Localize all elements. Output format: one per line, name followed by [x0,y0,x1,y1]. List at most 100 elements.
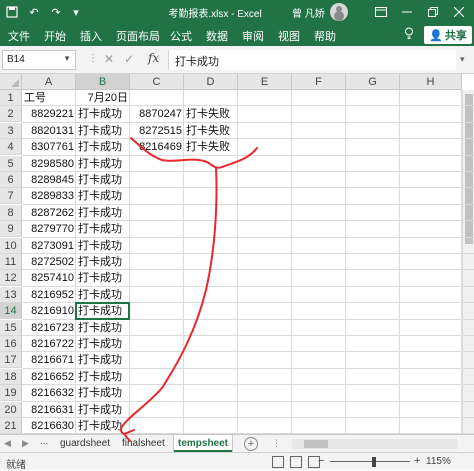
lightbulb-icon[interactable] [404,27,414,42]
cell-c2[interactable]: 8870247 [130,106,184,122]
more-sheets[interactable]: ... [40,436,48,447]
row-header-5[interactable]: 5 [0,155,22,172]
cell-b20[interactable]: 打卡成功 [76,402,140,418]
worksheet-grid[interactable]: A B C D E F G H 1 2 3 4 5 6 7 8 9 10 11 12 13 14 15 16 17 18 19 20 2… [0,74,474,434]
expand-formula-icon[interactable]: ▾ [460,54,465,65]
zoom-slider-knob[interactable] [372,457,376,467]
row-header-12[interactable]: 12 [0,270,22,287]
cell-b18[interactable]: 打卡成功 [76,369,140,385]
cell-a21[interactable]: 8216630 [22,418,76,434]
scroll-right-icon[interactable]: ▶ [22,438,29,449]
cell-a20[interactable]: 8216631 [22,402,76,418]
cell-b15[interactable]: 打卡成功 [76,320,140,336]
cell-c3[interactable]: 8272515 [130,123,184,139]
row-header-17[interactable]: 17 [0,352,22,369]
cell-b21[interactable]: 打卡成功 [76,418,140,434]
cell-a19[interactable]: 8216632 [22,385,76,401]
add-sheet-button[interactable]: + [244,437,258,451]
sheet-tab-finalsheet[interactable]: finalsheet [118,435,169,452]
tab-insert[interactable]: 插入 [80,28,102,44]
scrollbar-thumb[interactable] [304,440,328,448]
cell-a7[interactable]: 8289833 [22,188,76,204]
cancel-icon[interactable]: ✕ [104,52,114,66]
row-header-4[interactable]: 4 [0,139,22,156]
column-header-c[interactable]: C [130,74,184,90]
customize-icon[interactable]: ▾ [68,4,84,20]
cell-a1[interactable]: 工号 [22,90,76,106]
cell-b14[interactable]: 打卡成功 [76,303,140,319]
column-header-d[interactable]: D [184,74,238,90]
row-header-9[interactable]: 9 [0,221,22,238]
horizontal-scrollbar[interactable] [292,439,458,449]
row-header-19[interactable]: 19 [0,385,22,402]
normal-view-icon[interactable] [272,456,284,468]
sheet-tab-tempsheet[interactable]: tempsheet [174,435,233,452]
minimize-icon[interactable] [398,4,416,20]
cell-b19[interactable]: 打卡成功 [76,385,140,401]
row-header-1[interactable]: 1 [0,90,22,106]
row-header-7[interactable]: 7 [0,188,22,205]
name-box[interactable]: B14 ▼ [2,50,76,70]
zoom-in-button[interactable]: + [414,455,420,467]
row-header-10[interactable]: 10 [0,237,22,254]
cell-d3[interactable]: 打卡失败 [184,123,248,139]
column-header-b[interactable]: B [76,74,130,90]
zoom-slider[interactable] [330,461,410,462]
column-header-g[interactable]: G [346,74,400,90]
cell-a12[interactable]: 8257410 [22,270,76,286]
tab-formulas[interactable]: 公式 [170,28,192,44]
user-name[interactable]: 曾 凡娇 [292,5,325,20]
row-header-15[interactable]: 15 [0,319,22,336]
cell-a9[interactable]: 8279770 [22,221,76,237]
cell-a4[interactable]: 8307761 [22,139,76,155]
zoom-out-button[interactable]: − [318,455,324,467]
restore-icon[interactable] [424,4,442,20]
cell-a13[interactable]: 8216952 [22,287,76,303]
row-header-13[interactable]: 13 [0,286,22,303]
vertical-scrollbar[interactable] [462,90,474,434]
cell-b9[interactable]: 打卡成功 [76,221,140,237]
row-header-20[interactable]: 20 [0,401,22,418]
scrollbar-thumb[interactable] [465,94,473,244]
row-header-18[interactable]: 18 [0,368,22,385]
sheet-tab-guardsheet[interactable]: guardsheet [56,435,114,452]
close-icon[interactable] [450,4,468,20]
column-header-e[interactable]: E [238,74,292,90]
cell-b16[interactable]: 打卡成功 [76,336,140,352]
page-layout-view-icon[interactable] [290,456,302,468]
cell-b7[interactable]: 打卡成功 [76,188,140,204]
ribbon-display-icon[interactable] [372,4,390,20]
chevron-down-icon[interactable]: ▼ [63,54,71,63]
cell-b17[interactable]: 打卡成功 [76,352,140,368]
cell-a17[interactable]: 8216671 [22,352,76,368]
cell-b8[interactable]: 打卡成功 [76,205,140,221]
zoom-level[interactable]: 115% [426,456,451,467]
cell-b12[interactable]: 打卡成功 [76,270,140,286]
cell-d2[interactable]: 打卡失败 [184,106,248,122]
row-header-11[interactable]: 11 [0,254,22,270]
cell-b10[interactable]: 打卡成功 [76,238,140,254]
enter-icon[interactable]: ✓ [124,52,134,66]
cell-d4[interactable]: 打卡失败 [184,139,248,155]
cell-a15[interactable]: 8216723 [22,320,76,336]
cell-a6[interactable]: 8289845 [22,172,76,188]
avatar[interactable] [330,3,348,21]
save-icon[interactable] [4,4,20,20]
cell-a3[interactable]: 8820131 [22,123,76,139]
cell-b13[interactable]: 打卡成功 [76,287,140,303]
column-header-f[interactable]: F [292,74,346,90]
row-header-21[interactable]: 21 [0,418,22,434]
row-header-3[interactable]: 3 [0,122,22,139]
formula-input[interactable]: 打卡成功 [168,50,456,70]
select-all-corner[interactable] [0,74,22,90]
tab-help[interactable]: 帮助 [314,28,336,44]
cell-a11[interactable]: 8272502 [22,254,76,270]
row-header-2[interactable]: 2 [0,106,22,123]
tab-page-layout[interactable]: 页面布局 [116,28,160,44]
row-header-14[interactable]: 14 [0,303,22,320]
redo-icon[interactable]: ↷ [48,4,64,20]
row-header-6[interactable]: 6 [0,172,22,188]
cell-a10[interactable]: 8273091 [22,238,76,254]
cell-a16[interactable]: 8216722 [22,336,76,352]
cell-b5[interactable]: 打卡成功 [76,156,140,172]
